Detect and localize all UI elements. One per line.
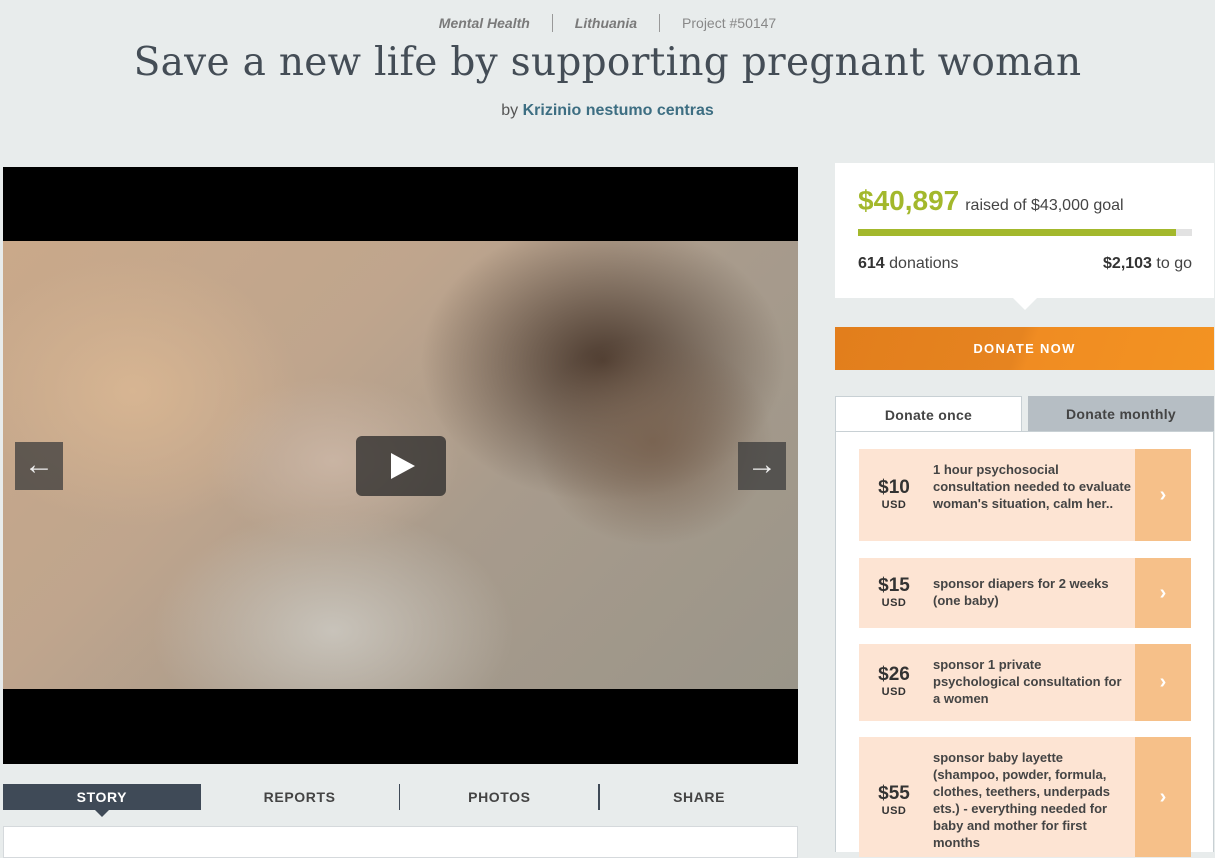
raised-amount: $40,897 [858,185,960,216]
donate-now-button[interactable]: DONATE NOW [835,327,1214,370]
project-meta: Mental Health Lithuania Project #50147 [0,14,1215,32]
option-amount-value: $55 [878,783,910,804]
option-currency: USD [881,597,907,609]
donations-label: donations [889,255,959,272]
project-tabs: STORY REPORTS PHOTOS SHARE [3,784,798,817]
byline-prefix: by [501,102,519,119]
to-go-stat: $2,103 to go [1103,255,1192,273]
tab-donate-monthly[interactable]: Donate monthly [1028,396,1214,432]
to-go-label: to go [1156,255,1192,272]
progress-card: $40,897 raised of $43,000 goal 614 donat… [835,163,1214,310]
stats-row: 614 donations $2,103 to go [858,255,1192,273]
page-title: Save a new life by supporting pregnant w… [133,40,1082,85]
organization-link[interactable]: Krizinio nestumo centras [523,102,714,119]
donation-option-55[interactable]: $55 USD sponsor baby layette (shampoo, p… [859,737,1191,857]
goal-text: raised of $43,000 goal [965,197,1124,214]
option-description: sponsor 1 private psychological consulta… [933,657,1122,706]
story-content [3,826,798,858]
donation-option-15[interactable]: $15 USD sponsor diapers for 2 weeks (one… [859,558,1191,628]
to-go-amount: $2,103 [1103,255,1152,272]
donate-frequency-tabs: Donate once Donate monthly [835,396,1214,434]
donations-count: 614 [858,255,885,272]
progress-bar [858,229,1192,236]
option-amount: $26 USD [859,664,929,698]
divider [551,14,553,32]
tab-photos[interactable]: PHOTOS [400,784,598,810]
option-amount: $10 USD [859,477,929,511]
option-amount-value: $15 [878,575,910,596]
tab-story[interactable]: STORY [3,784,201,817]
progress-bar-fill [858,229,1176,236]
option-amount: $55 USD [859,783,929,817]
tab-donate-once[interactable]: Donate once [835,396,1022,434]
donations-stat: 614 donations [858,255,959,273]
option-description: sponsor baby layette (shampoo, powder, f… [933,750,1110,850]
chevron-right-icon[interactable]: › [1135,558,1191,628]
chevron-right-icon[interactable]: › [1135,644,1191,721]
chevron-right-icon[interactable]: › [1135,449,1191,541]
project-id: Project #50147 [682,15,777,31]
donation-option-10[interactable]: $10 USD 1 hour psychosocial consultation… [859,449,1191,541]
video-player[interactable]: ← → [3,167,798,764]
tab-share[interactable]: SHARE [600,784,798,810]
chevron-right-icon[interactable]: › [1135,737,1191,857]
byline: by Krizinio nestumo centras [0,102,1215,120]
play-icon[interactable] [356,436,446,496]
next-arrow-icon[interactable]: → [738,442,786,490]
option-description: 1 hour psychosocial consultation needed … [933,462,1131,511]
option-amount: $15 USD [859,575,929,609]
donation-option-26[interactable]: $26 USD sponsor 1 private psychological … [859,644,1191,721]
donation-options: $10 USD 1 hour psychosocial consultation… [835,431,1214,857]
prev-arrow-icon[interactable]: ← [15,442,63,490]
divider [659,14,661,32]
option-amount-value: $10 [878,477,910,498]
option-currency: USD [881,686,907,698]
option-currency: USD [881,499,907,511]
raised-line: $40,897 raised of $43,000 goal [858,185,1124,217]
category-link[interactable]: Mental Health [439,15,530,31]
tab-reports[interactable]: REPORTS [201,784,399,810]
option-currency: USD [881,805,907,817]
option-amount-value: $26 [878,664,910,685]
option-description: sponsor diapers for 2 weeks (one baby) [933,576,1109,608]
country-link[interactable]: Lithuania [575,15,637,31]
